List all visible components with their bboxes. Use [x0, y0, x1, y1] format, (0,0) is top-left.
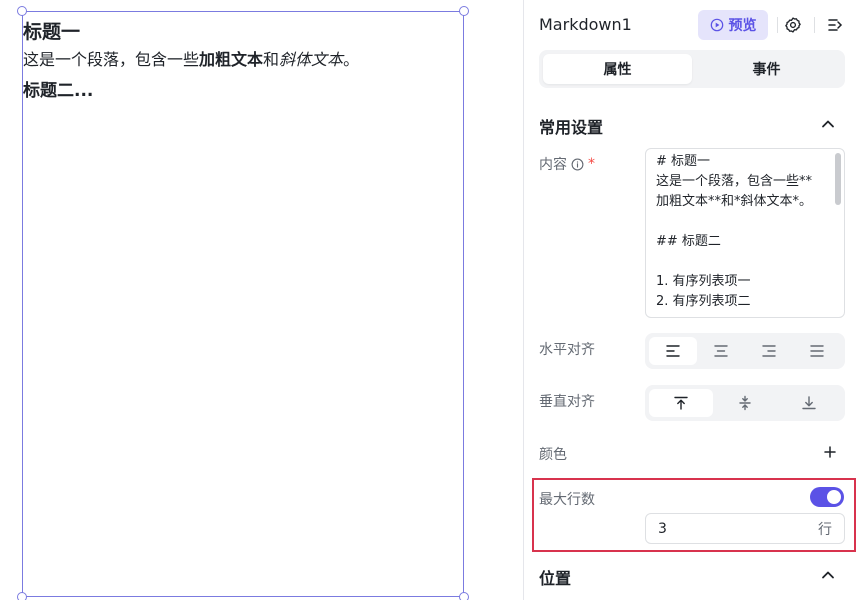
- required-mark: *: [588, 156, 595, 172]
- v-align-label: 垂直对齐: [539, 394, 595, 410]
- preview-label: 预览: [728, 18, 757, 34]
- tab-events[interactable]: 事件: [692, 54, 841, 84]
- textarea-scrollbar[interactable]: [835, 153, 841, 205]
- panel-tabs: 属性 事件: [539, 50, 845, 88]
- align-center-icon: [714, 345, 728, 357]
- property-panel: Markdown1 预览 属性 事件 常用设置 内容 * # 标题一 这是一个段…: [523, 0, 859, 600]
- gear-icon[interactable]: [784, 16, 802, 34]
- add-color-icon[interactable]: [822, 444, 838, 460]
- max-lines-input[interactable]: 3 行: [645, 513, 845, 544]
- markdown-paragraph: 这是一个段落，包含一些加粗文本和斜体文本。: [23, 48, 463, 72]
- align-top-option[interactable]: [649, 389, 713, 417]
- paragraph-text: 和: [263, 50, 280, 69]
- align-center-option[interactable]: [697, 337, 745, 365]
- markdown-heading-1: 标题一: [23, 21, 81, 43]
- content-label: 内容 *: [539, 154, 595, 174]
- info-icon[interactable]: [571, 158, 584, 171]
- header-divider: [814, 17, 815, 33]
- play-circle-icon: [710, 18, 723, 32]
- align-right-option[interactable]: [745, 337, 793, 365]
- resize-handle-bottom-right[interactable]: [459, 592, 469, 600]
- markdown-preview: 标题一 这是一个段落，包含一些加粗文本和斜体文本。 标题二...: [23, 20, 463, 103]
- h-align-label: 水平对齐: [539, 342, 595, 358]
- max-lines-suffix: 行: [818, 521, 832, 538]
- max-lines-label: 最大行数: [539, 492, 595, 508]
- resize-handle-bottom-left[interactable]: [17, 592, 27, 600]
- h-align-segmented: [645, 333, 845, 369]
- resize-handle-top-left[interactable]: [17, 6, 27, 16]
- paragraph-text: 这是一个段落，包含一些: [23, 50, 200, 69]
- resize-handle-top-right[interactable]: [459, 6, 469, 16]
- component-name: Markdown1: [539, 15, 632, 34]
- paragraph-italic-text: 斜体文本: [279, 50, 344, 69]
- align-justify-icon: [810, 345, 824, 357]
- tab-properties[interactable]: 属性: [543, 54, 692, 84]
- chevron-up-icon[interactable]: [820, 116, 836, 132]
- editor-canvas[interactable]: 标题一 这是一个段落，包含一些加粗文本和斜体文本。 标题二...: [0, 0, 523, 600]
- markdown-heading-2: 标题二...: [23, 81, 94, 101]
- align-justify-option[interactable]: [793, 337, 841, 365]
- section-title-common[interactable]: 常用设置: [539, 114, 603, 138]
- v-align-segmented: [645, 385, 845, 421]
- content-label-text: 内容: [539, 157, 567, 173]
- header-divider: [777, 17, 778, 33]
- align-bottom-icon: [802, 396, 816, 410]
- content-textarea[interactable]: # 标题一 这是一个段落，包含一些**加粗文本**和*斜体文本*。 ## 标题二…: [645, 148, 845, 318]
- section-title-position[interactable]: 位置: [539, 565, 571, 589]
- align-right-icon: [762, 345, 776, 357]
- chevron-up-icon[interactable]: [820, 567, 836, 583]
- align-middle-icon: [739, 395, 751, 411]
- paragraph-text: 。: [343, 50, 360, 69]
- align-middle-option[interactable]: [713, 389, 777, 417]
- panel-header: Markdown1 预览: [524, 0, 859, 50]
- align-bottom-option[interactable]: [777, 389, 841, 417]
- max-lines-value[interactable]: 3: [658, 521, 818, 537]
- align-left-icon: [666, 345, 680, 357]
- color-label: 颜色: [539, 447, 567, 463]
- max-lines-toggle[interactable]: [810, 487, 844, 507]
- align-top-icon: [674, 396, 688, 410]
- collapse-panel-icon[interactable]: [826, 16, 844, 34]
- content-textarea-value[interactable]: # 标题一 这是一个段落，包含一些**加粗文本**和*斜体文本*。 ## 标题二…: [646, 149, 832, 312]
- preview-button[interactable]: 预览: [698, 10, 768, 40]
- align-left-option[interactable]: [649, 337, 697, 365]
- paragraph-bold-text: 加粗文本: [199, 50, 264, 69]
